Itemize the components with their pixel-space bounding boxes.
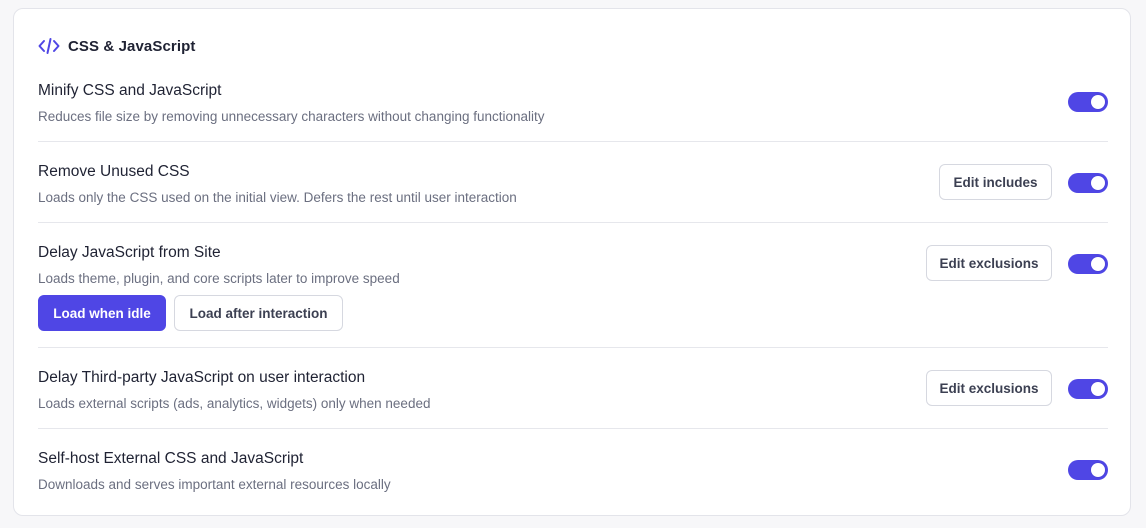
setting-description: Loads theme, plugin, and core scripts la… <box>38 271 400 286</box>
remove-unused-css-toggle[interactable] <box>1068 173 1108 193</box>
load-after-interaction-button[interactable]: Load after interaction <box>174 295 343 331</box>
card-header: CSS & JavaScript <box>38 36 196 56</box>
setting-row-remove-unused-css: Remove Unused CSS Loads only the CSS use… <box>38 142 1108 223</box>
css-javascript-card: CSS & JavaScript Minify CSS and JavaScri… <box>13 8 1131 516</box>
toggle-knob <box>1091 257 1105 271</box>
setting-row-delay-third-party-js: Delay Third-party JavaScript on user int… <box>38 348 1108 429</box>
setting-title: Delay Third-party JavaScript on user int… <box>38 369 366 386</box>
setting-description: Reduces file size by removing unnecessar… <box>38 109 545 124</box>
self-host-toggle[interactable] <box>1068 460 1108 480</box>
delay-third-party-js-toggle[interactable] <box>1068 379 1108 399</box>
setting-title: Minify CSS and JavaScript <box>38 82 222 99</box>
delay-site-js-toggle[interactable] <box>1068 254 1108 274</box>
section-title: CSS & JavaScript <box>68 37 196 55</box>
minify-toggle[interactable] <box>1068 92 1108 112</box>
setting-title: Self-host External CSS and JavaScript <box>38 450 304 467</box>
toggle-knob <box>1091 463 1105 477</box>
edit-exclusions-button[interactable]: Edit exclusions <box>926 370 1052 406</box>
setting-row-minify: Minify CSS and JavaScript Reduces file s… <box>38 73 1108 142</box>
toggle-knob <box>1091 176 1105 190</box>
load-when-idle-button[interactable]: Load when idle <box>38 295 166 331</box>
code-icon <box>38 37 60 55</box>
edit-exclusions-button[interactable]: Edit exclusions <box>926 245 1052 281</box>
setting-description: Loads only the CSS used on the initial v… <box>38 190 517 205</box>
setting-title: Remove Unused CSS <box>38 163 190 180</box>
setting-title: Delay JavaScript from Site <box>38 244 221 261</box>
toggle-knob <box>1091 95 1105 109</box>
setting-description: Downloads and serves important external … <box>38 477 391 492</box>
setting-description: Loads external scripts (ads, analytics, … <box>38 396 431 411</box>
setting-row-self-host: Self-host External CSS and JavaScript Do… <box>38 429 1108 510</box>
toggle-knob <box>1091 382 1105 396</box>
setting-row-delay-site-js: Delay JavaScript from Site Loads theme, … <box>38 223 1108 348</box>
edit-includes-button[interactable]: Edit includes <box>939 164 1052 200</box>
